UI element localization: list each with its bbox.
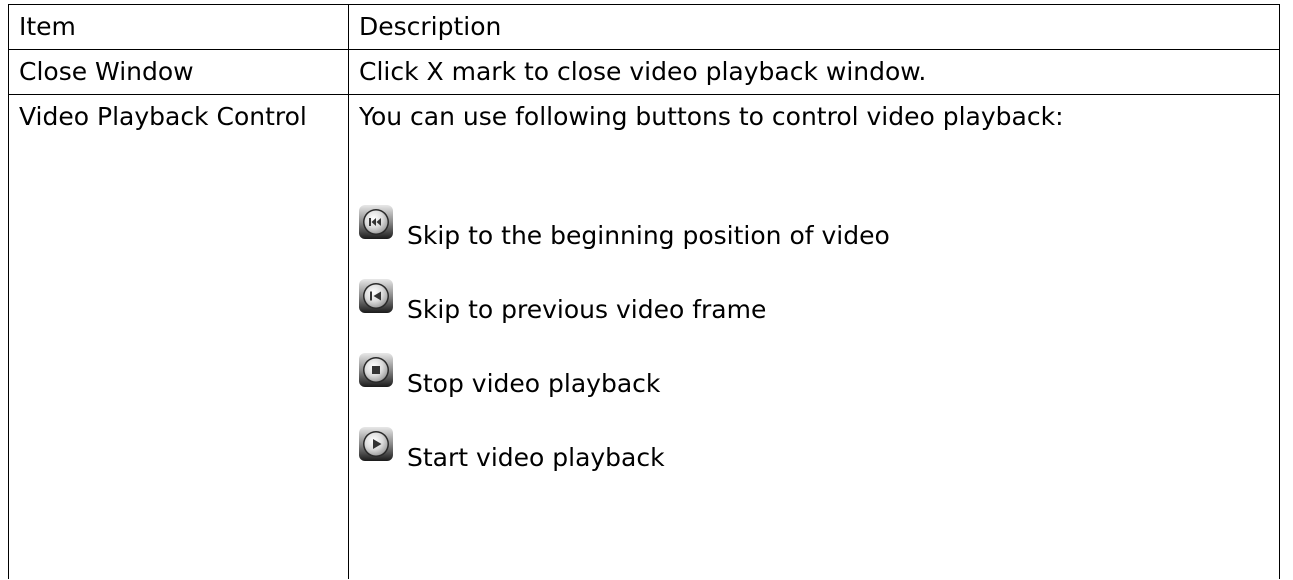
- table-header-row: Item Description: [8, 4, 1280, 50]
- stop-icon[interactable]: [359, 353, 393, 387]
- description-video-playback-control: You can use following buttons to control…: [348, 94, 1280, 579]
- description-table: Item Description Close Window Click X ma…: [8, 4, 1280, 579]
- table-row: Close Window Click X mark to close video…: [8, 49, 1280, 95]
- description-close-window: Click X mark to close video playback win…: [348, 49, 1280, 95]
- header-description: Description: [348, 4, 1280, 50]
- table-row: Video Playback Control You can use follo…: [8, 94, 1280, 579]
- control-stop: Stop video playback: [359, 343, 1269, 401]
- controls-intro: You can use following buttons to control…: [359, 102, 1064, 131]
- control-skip-to-beginning: Skip to the beginning position of video: [359, 195, 1269, 253]
- play-icon[interactable]: [359, 427, 393, 461]
- header-item: Item: [8, 4, 349, 50]
- skip-to-beginning-icon[interactable]: [359, 205, 393, 239]
- item-close-window: Close Window: [8, 49, 349, 95]
- item-label: Video Playback Control: [19, 102, 307, 131]
- control-label: Stop video playback: [407, 369, 661, 398]
- control-label: Start video playback: [407, 443, 665, 472]
- control-previous-frame: Skip to previous video frame: [359, 269, 1269, 327]
- control-label: Skip to the beginning position of video: [407, 221, 890, 250]
- previous-frame-icon[interactable]: [359, 279, 393, 313]
- item-video-playback-control: Video Playback Control: [8, 94, 349, 579]
- control-play: Start video playback: [359, 417, 1269, 475]
- control-label: Skip to previous video frame: [407, 295, 767, 324]
